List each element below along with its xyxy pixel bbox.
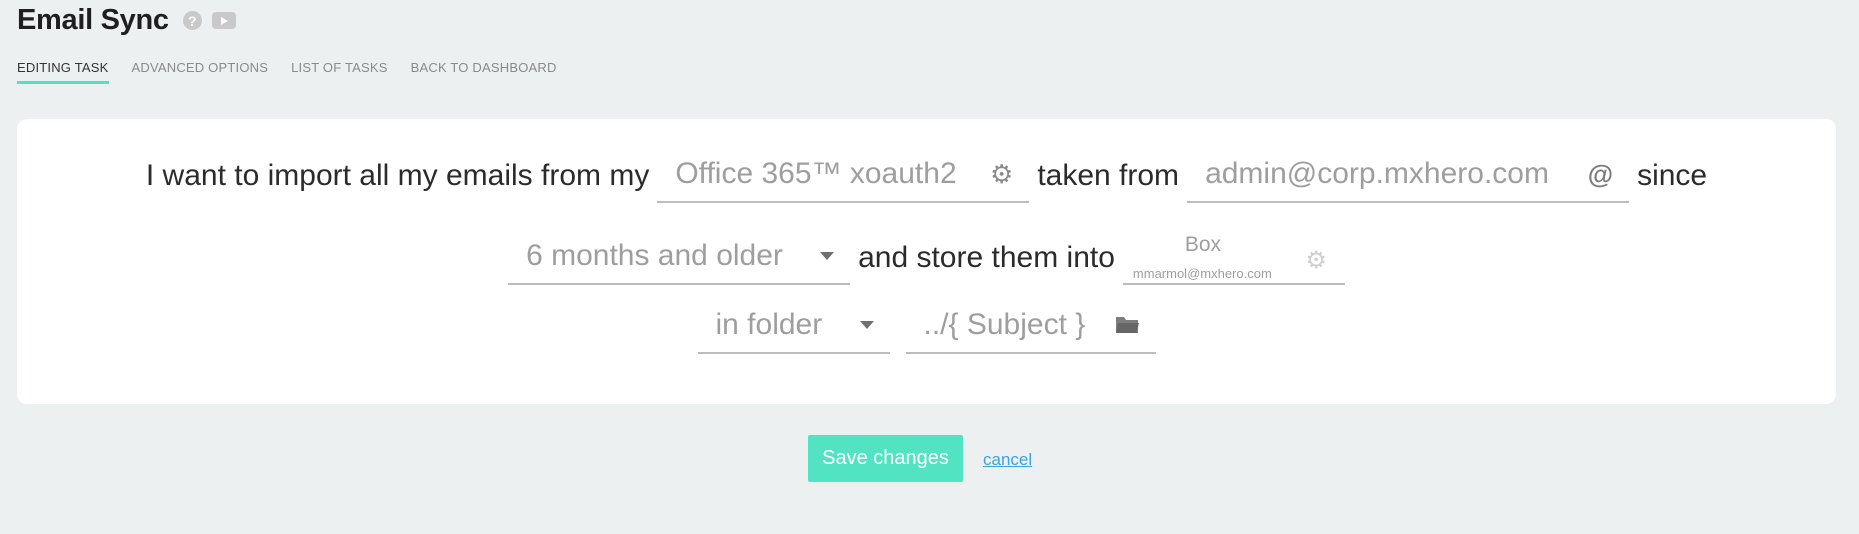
- page-header: Email Sync ?: [17, 4, 236, 37]
- cancel-link[interactable]: cancel: [983, 450, 1032, 470]
- at-icon: @: [1587, 159, 1614, 189]
- sentence-store-text: and store them into: [858, 241, 1115, 274]
- chevron-down-icon: [820, 252, 835, 260]
- destination-account: mmarmol@mxhero.com: [1132, 266, 1272, 281]
- tab-bar: EDITING TASK ADVANCED OPTIONS LIST OF TA…: [17, 60, 580, 84]
- gear-icon[interactable]: ⚙: [1305, 246, 1327, 275]
- tab-list-of-tasks[interactable]: LIST OF TASKS: [291, 60, 388, 84]
- age-filter-value: 6 months and older: [526, 239, 783, 272]
- source-email-field[interactable]: admin@corp.mxhero.com @: [1187, 157, 1630, 203]
- tab-back-to-dashboard[interactable]: BACK TO DASHBOARD: [411, 60, 557, 84]
- video-icon[interactable]: [211, 12, 236, 29]
- tab-advanced-options[interactable]: ADVANCED OPTIONS: [132, 60, 269, 84]
- folder-path-field[interactable]: ../{ Subject }: [905, 308, 1156, 354]
- folder-icon[interactable]: [1115, 312, 1140, 338]
- folder-path-value: ../{ Subject }: [923, 308, 1086, 341]
- source-email-value: admin@corp.mxhero.com: [1205, 157, 1549, 190]
- tab-editing-task[interactable]: EDITING TASK: [17, 60, 109, 84]
- sentence-taken-from-text: taken from: [1037, 159, 1180, 192]
- form-row-folder: in folder ../{ Subject }: [17, 310, 1836, 354]
- folder-mode-value: in folder: [715, 308, 823, 341]
- help-icon[interactable]: ?: [182, 11, 202, 30]
- save-changes-button[interactable]: Save changes: [808, 435, 963, 482]
- destination-service: Box: [1184, 233, 1221, 256]
- task-form-card: I want to import all my emails from my O…: [17, 119, 1836, 404]
- sentence-since-text: since: [1637, 159, 1708, 192]
- destination-field[interactable]: Box mmarmol@mxhero.com ⚙: [1122, 231, 1345, 285]
- gear-icon[interactable]: ⚙: [990, 161, 1013, 187]
- source-service-value: Office 365™ xoauth2: [675, 157, 957, 190]
- page-title: Email Sync: [17, 4, 169, 36]
- sentence-import-text: I want to import all my emails from my: [145, 159, 650, 192]
- source-service-field[interactable]: Office 365™ xoauth2 ⚙: [657, 157, 1030, 203]
- form-row-source: I want to import all my emails from my O…: [17, 159, 1836, 203]
- chevron-down-icon: [859, 321, 874, 329]
- folder-mode-select[interactable]: in folder: [697, 308, 890, 354]
- form-row-destination: 6 months and older and store them into B…: [17, 231, 1836, 285]
- age-filter-select[interactable]: 6 months and older: [508, 239, 851, 285]
